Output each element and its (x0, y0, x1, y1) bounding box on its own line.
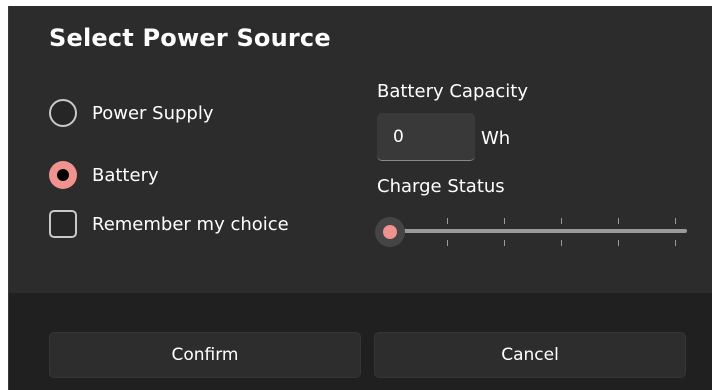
power-source-dialog: Select Power Source Power Supply Battery… (8, 6, 712, 390)
slider-tick (447, 218, 448, 224)
power-supply-option[interactable]: Power Supply (49, 99, 213, 127)
remember-choice-checkbox[interactable] (49, 210, 77, 238)
slider-thumb[interactable] (375, 217, 405, 247)
power-supply-radio[interactable] (49, 99, 77, 127)
slider-track[interactable] (389, 229, 687, 233)
confirm-button[interactable]: Confirm (49, 332, 361, 378)
battery-capacity-input[interactable] (377, 113, 475, 161)
charge-status-slider[interactable] (375, 214, 689, 250)
slider-tick (618, 218, 619, 224)
slider-tick (675, 240, 676, 246)
dialog-title: Select Power Source (49, 24, 331, 52)
slider-tick (504, 240, 505, 246)
battery-option[interactable]: Battery (49, 161, 159, 189)
dialog-footer: Confirm Cancel (9, 293, 712, 390)
remember-choice-label: Remember my choice (92, 213, 289, 235)
slider-tick (618, 240, 619, 246)
slider-tick (561, 218, 562, 224)
slider-tick (561, 240, 562, 246)
battery-capacity-unit: Wh (481, 128, 511, 149)
remember-choice-option[interactable]: Remember my choice (49, 210, 289, 238)
charge-status-label: Charge Status (377, 176, 505, 197)
slider-tick (447, 240, 448, 246)
cancel-button[interactable]: Cancel (374, 332, 686, 378)
slider-tick (675, 218, 676, 224)
battery-capacity-label: Battery Capacity (377, 81, 529, 102)
battery-label: Battery (92, 164, 159, 186)
slider-tick (504, 218, 505, 224)
power-supply-label: Power Supply (92, 102, 214, 124)
battery-radio[interactable] (49, 161, 77, 189)
